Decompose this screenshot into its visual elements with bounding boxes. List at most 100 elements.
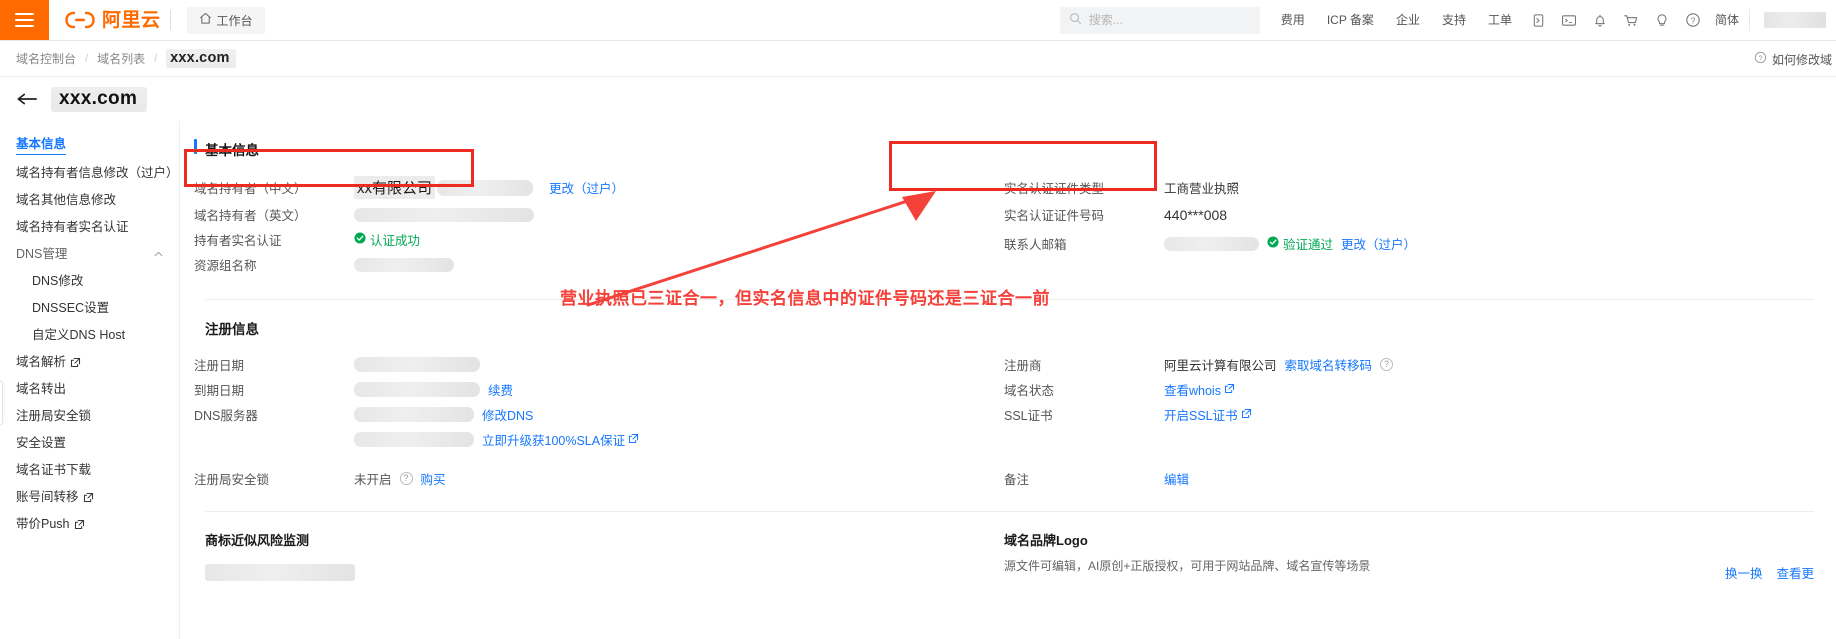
page-title-bar: xxx.com (0, 77, 1836, 121)
row-value: 续费 (354, 380, 1004, 399)
row-label: 持有者实名认证 (194, 234, 282, 248)
sidebar-item-holder-change[interactable]: 域名持有者信息修改（过户） (0, 160, 179, 187)
row-value (354, 257, 1004, 272)
trademark-section: 商标近似风险监测 (194, 530, 1004, 584)
topbar-divider (1749, 9, 1750, 31)
redacted-value (354, 432, 474, 447)
registry-lock-status: 未开启 (354, 473, 392, 487)
section-heading-brand-logo: 域名品牌Logo (1004, 533, 1088, 548)
basic-info-right-column: 实名认证证件类型 工商营业执照 实名认证证件号码 440***008 联系人邮箱 (1004, 173, 1814, 277)
register-info-left-column: 注册日期 到期日期 续费 DNS服务器 修改DNS 立即升级获100%SLA保证… (194, 352, 1004, 491)
hamburger-icon[interactable] (0, 0, 49, 40)
row-registrar: 注册商 阿里云计算有限公司 索取域名转移码 ? (1004, 352, 1814, 377)
row-registry-lock: 注册局安全锁 未开启 ? 购买 (194, 466, 1004, 491)
workbench-button[interactable]: 工作台 (186, 6, 265, 34)
external-link-icon (628, 433, 639, 447)
sidebar-item-label: DNS管理 (16, 247, 68, 261)
lightbulb-icon[interactable] (1647, 0, 1678, 41)
status-label: 认证成功 (370, 234, 421, 248)
breadcrumb-current: xxx.com (166, 49, 236, 68)
avatar[interactable] (1764, 12, 1826, 28)
refresh-logo-link[interactable]: 换一换 (1725, 563, 1763, 582)
brand-logo[interactable]: 阿里云 (49, 0, 187, 40)
topnav-item-enterprise[interactable]: 企业 (1385, 0, 1431, 41)
sidebar-item-label: 安全设置 (16, 436, 67, 450)
topnav-item-support[interactable]: 支持 (1431, 0, 1477, 41)
sidebar-group-dns[interactable]: DNS管理 (0, 241, 179, 268)
topnav-item-icp[interactable]: ICP 备案 (1316, 0, 1385, 41)
row-value: xx有限公司 更改（过户） (354, 176, 1004, 199)
breadcrumb-help-link[interactable]: ? 如何修改域 (1754, 41, 1836, 77)
breadcrumb-item-console[interactable]: 域名控制台 (16, 50, 76, 67)
row-label: 域名状态 (1004, 384, 1055, 398)
breadcrumb-item-domain-list[interactable]: 域名列表 (97, 50, 145, 67)
bell-icon[interactable] (1585, 0, 1616, 41)
row-label: 注册日期 (194, 359, 245, 373)
view-more-logo-link[interactable]: 查看更 (1776, 563, 1814, 582)
search-input[interactable] (1088, 13, 1251, 27)
sidebar-item-label: 域名转出 (16, 382, 67, 396)
brand-name: 阿里云 (102, 9, 161, 31)
aliyun-mark-icon (65, 10, 95, 30)
renew-link[interactable]: 续费 (488, 380, 513, 399)
sidebar-item-account-transfer[interactable]: 账号间转移 (0, 484, 179, 511)
enable-ssl-link[interactable]: 开启SSL证书 (1164, 405, 1252, 424)
sidebar-item-holder-verification[interactable]: 域名持有者实名认证 (0, 214, 179, 241)
row-value: 认证成功 (354, 230, 1004, 249)
arrow-left-icon[interactable] (16, 91, 38, 107)
change-email-link[interactable]: 更改（过户） (1341, 234, 1416, 253)
sidebar-item-dns-modify[interactable]: DNS修改 (0, 268, 179, 295)
modify-dns-link[interactable]: 修改DNS (482, 405, 533, 424)
help-circle-icon[interactable]: ? (399, 472, 413, 485)
annotation-text: 营业执照已三证合一，但实名信息中的证件号码还是三证合一前 (560, 289, 1050, 308)
sla-upgrade-link[interactable]: 立即升级获100%SLA保证 (482, 430, 639, 449)
top-bar: 阿里云 工作台 费用 ICP 备案 企业 支持 工单 (0, 0, 1836, 41)
buy-registry-lock-link[interactable]: 购买 (421, 469, 446, 488)
registrar-name: 阿里云计算有限公司 (1164, 359, 1277, 373)
sidebar-item-other-info-change[interactable]: 域名其他信息修改 (0, 187, 179, 214)
search-box[interactable] (1059, 6, 1260, 34)
topnav-item-ticket[interactable]: 工单 (1477, 0, 1523, 41)
sidebar-item-custom-dns-host[interactable]: 自定义DNS Host (0, 322, 179, 349)
redacted-value (354, 207, 534, 222)
app-window-icon[interactable] (1523, 0, 1554, 41)
help-circle-icon[interactable]: ? (1380, 358, 1394, 371)
row-holder-en: 域名持有者（英文） (194, 202, 1004, 227)
sidebar-collapse-handle[interactable]: › (0, 381, 3, 425)
sidebar: 基本信息 域名持有者信息修改（过户） 域名其他信息修改 域名持有者实名认证 DN… (0, 121, 180, 639)
row-contact-email: 联系人邮箱 验证通过 更改（过户） (1004, 231, 1814, 256)
cart-icon[interactable] (1616, 0, 1647, 41)
sidebar-item-priced-push[interactable]: 带价Push (0, 511, 179, 538)
row-label: 备注 (1004, 473, 1030, 487)
sidebar-item-domain-transfer-out[interactable]: 域名转出 (0, 376, 179, 403)
row-ssl-certificate: SSL证书 开启SSL证书 (1004, 402, 1814, 427)
language-switch[interactable]: 简体 (1709, 0, 1749, 40)
topnav-item-fee[interactable]: 费用 (1270, 0, 1316, 41)
row-value: 未开启 ? 购买 (354, 469, 1004, 488)
change-holder-link[interactable]: 更改（过户） (549, 178, 624, 197)
external-link-icon (83, 492, 94, 503)
sidebar-item-security-settings[interactable]: 安全设置 (0, 430, 179, 457)
status-label: 验证通过 (1283, 238, 1334, 252)
row-resource-group: 资源组名称 (194, 252, 1004, 277)
chevron-up-icon (154, 250, 163, 260)
sidebar-item-label: 域名解析 (16, 355, 67, 369)
sidebar-item-label: DNS修改 (32, 274, 84, 288)
sidebar-item-registry-lock[interactable]: 注册局安全锁 (0, 403, 179, 430)
row-value: 验证通过 更改（过户） (1164, 234, 1814, 253)
sidebar-item-basic-info[interactable]: 基本信息 (0, 131, 179, 160)
sidebar-item-label: 带价Push (16, 517, 70, 531)
request-transfer-code-link[interactable]: 索取域名转移码 (1285, 355, 1373, 374)
help-circle-icon[interactable]: ? (1678, 0, 1709, 41)
sidebar-item-certificate-download[interactable]: 域名证书下载 (0, 457, 179, 484)
page-title: xxx.com (51, 86, 148, 112)
terminal-icon[interactable] (1554, 0, 1585, 41)
brand-logo-description: 源文件可编辑，AI原创+正版授权，可用于网站品牌、域名宣传等场景 (1004, 559, 1371, 573)
check-circle-icon (1267, 236, 1279, 251)
edit-remark-link[interactable]: 编辑 (1164, 469, 1189, 488)
sidebar-item-domain-resolution[interactable]: 域名解析 (0, 349, 179, 376)
view-whois-link[interactable]: 查看whois (1164, 380, 1235, 399)
sidebar-item-dnssec[interactable]: DNSSEC设置 (0, 295, 179, 322)
row-holder-cn: 域名持有者（中文） xx有限公司 更改（过户） (194, 173, 1004, 202)
